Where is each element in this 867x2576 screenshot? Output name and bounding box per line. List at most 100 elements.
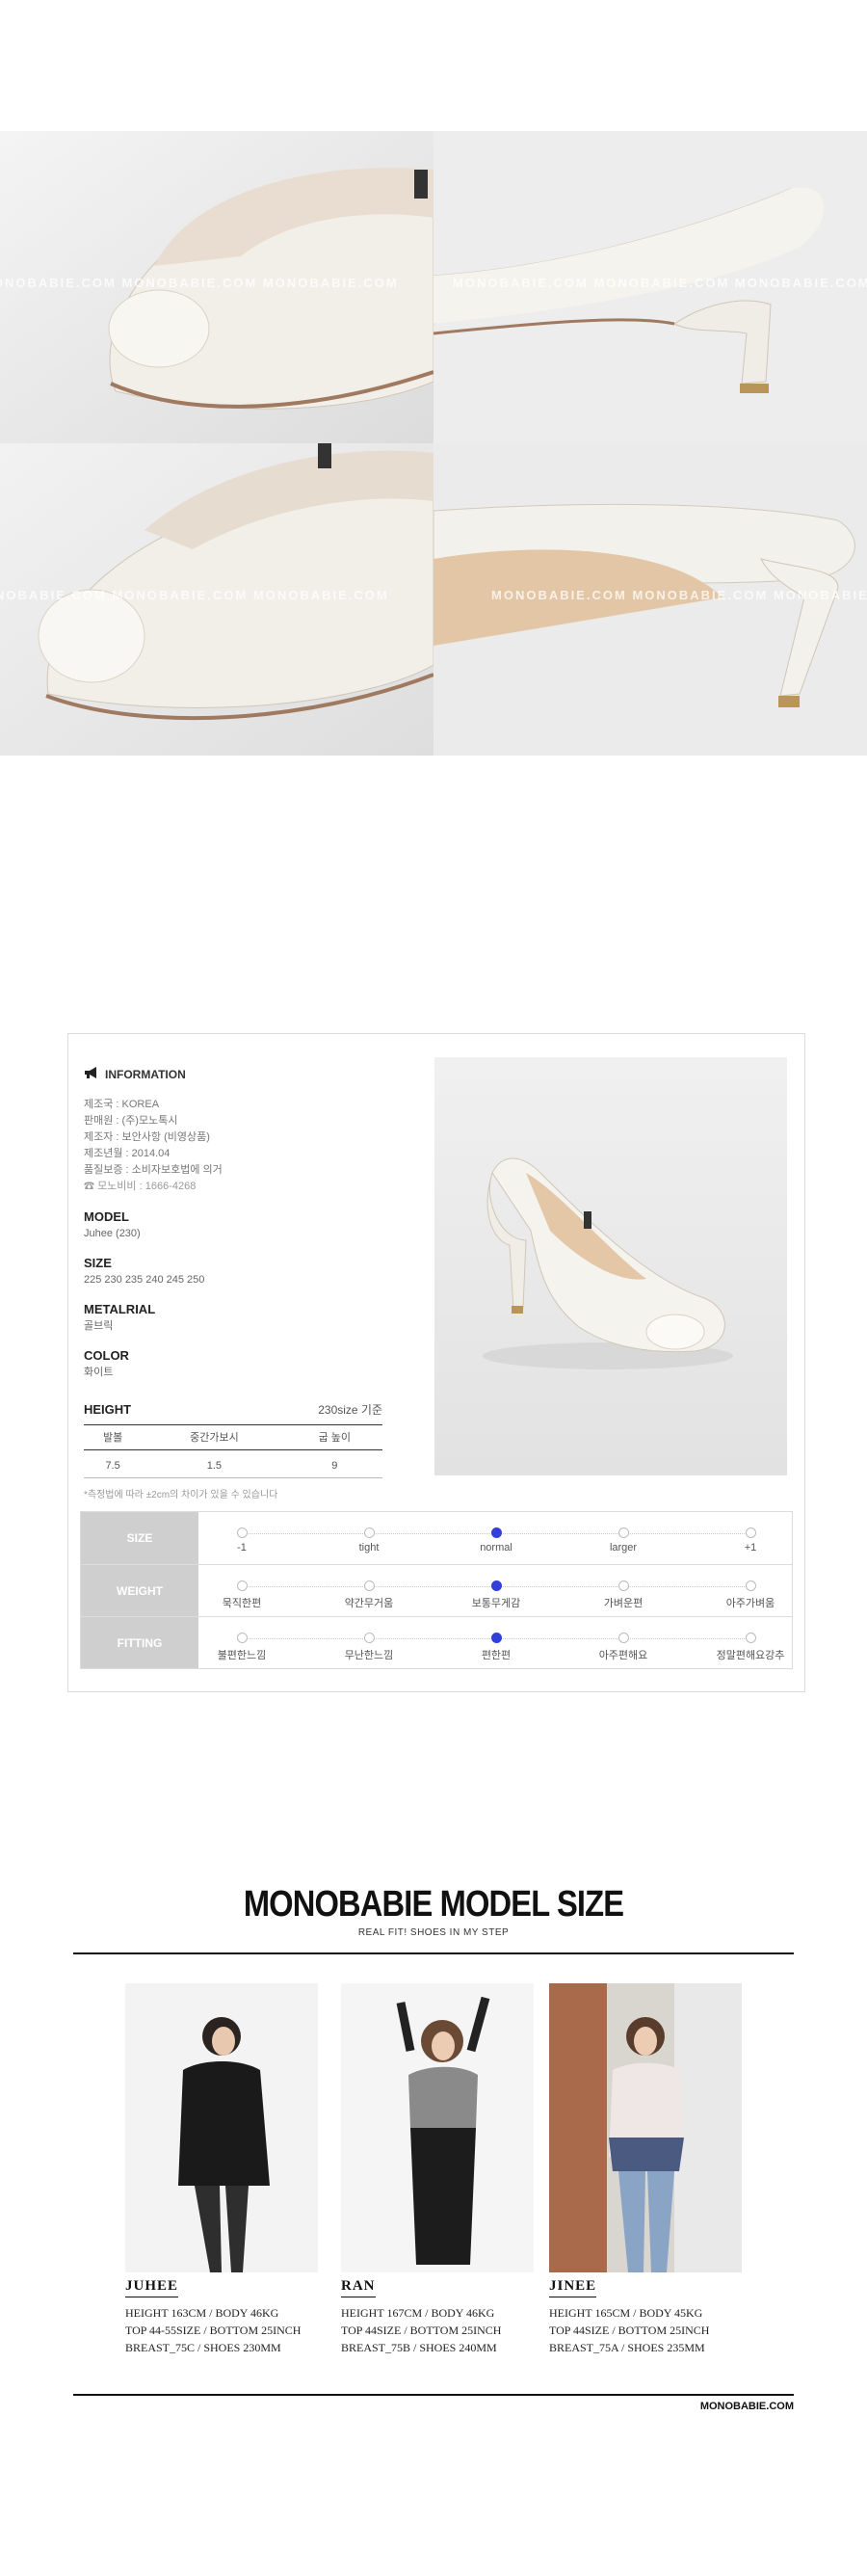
fit-option-label: +1: [744, 1542, 757, 1554]
fit-option[interactable]: 아주가벼움: [702, 1580, 799, 1610]
megaphone-icon: [84, 1067, 99, 1081]
watermark: MONOBABIE.COM MONOBABIE.COM MONOBABIE.CO…: [491, 588, 867, 602]
product-photo-main: [434, 1057, 787, 1475]
fit-option-label: normal: [480, 1542, 512, 1554]
height-header: 발볼: [84, 1424, 143, 1450]
model-name: JINEE: [549, 2278, 597, 2297]
product-photo-grid: MONOBABIE.COM MONOBABIE.COM MONOBABIE.CO…: [0, 131, 867, 756]
fit-option[interactable]: 불편한느낌: [194, 1633, 290, 1662]
fit-option[interactable]: 보통무게감: [448, 1580, 544, 1610]
info-row-seller: 판매원 : (주)모노톡시: [84, 1115, 178, 1127]
fit-dot[interactable]: [745, 1527, 756, 1538]
fit-option-label: 가벼운편: [603, 1598, 644, 1609]
fit-dot[interactable]: [745, 1580, 756, 1591]
fit-dot[interactable]: [617, 1527, 629, 1538]
fit-label: SIZE: [81, 1512, 198, 1564]
color-label: COLOR: [84, 1348, 129, 1363]
height-table: 발볼 중간가보시 굽 높이 7.5 1.5 9: [84, 1424, 382, 1478]
height-header: 중간가보시: [142, 1424, 287, 1450]
model-info-line: TOP 44SIZE / BOTTOM 25INCH: [549, 2324, 710, 2337]
fit-option[interactable]: 묵직한편: [194, 1580, 290, 1610]
fit-dot[interactable]: [236, 1527, 248, 1538]
product-photo-toe-closeup: MONOBABIE.COM MONOBABIE.COM MONOBABIE.CO…: [0, 131, 434, 443]
material-value: 골브릭: [84, 1320, 114, 1332]
fit-row-fitting: FITTING 불편한느낌 무난한느낌 편한편 아주편해요 정말편해요강추: [81, 1616, 792, 1668]
fit-option-label: 정말편해요강추: [716, 1650, 785, 1661]
fit-option-label: 묵직한편: [222, 1598, 262, 1609]
divider: [73, 1952, 794, 1954]
fit-option[interactable]: +1: [702, 1527, 799, 1554]
fit-option-label: tight: [358, 1542, 380, 1554]
fit-option-label: 아주편해요: [598, 1650, 648, 1661]
model-section-title: MONOBABIE MODEL SIZE: [243, 1884, 624, 1925]
info-heading: INFORMATION: [84, 1067, 392, 1081]
product-info-card: INFORMATION 제조국 : KOREA 판매원 : (주)모노톡시 제조…: [67, 1033, 805, 1692]
height-label: HEIGHT: [84, 1402, 132, 1417]
fit-option[interactable]: normal: [448, 1527, 544, 1554]
fit-dot[interactable]: [236, 1633, 248, 1643]
model-card-jinee: JINEE HEIGHT 165CM / BODY 45KG TOP 44SIZ…: [549, 1983, 742, 2356]
info-heading-text: INFORMATION: [105, 1067, 186, 1081]
divider: [73, 2394, 794, 2396]
height-footnote: *측정법에 따라 ±2cm의 차이가 있을 수 있습니다: [84, 1490, 278, 1500]
fit-dot[interactable]: [617, 1580, 629, 1591]
model-info: HEIGHT 167CM / BODY 46KG TOP 44SIZE / BO…: [341, 2304, 534, 2356]
model-info-line: TOP 44SIZE / BOTTOM 25INCH: [341, 2324, 502, 2337]
cs-phone: 모노비비 : 1666-4268: [97, 1181, 197, 1192]
height-value: 9: [286, 1449, 382, 1478]
info-row-origin: 제조국 : KOREA: [84, 1099, 160, 1110]
model-info-line: TOP 44-55SIZE / BOTTOM 25INCH: [125, 2324, 302, 2337]
fit-dot[interactable]: [617, 1633, 629, 1643]
model-name: RAN: [341, 2278, 376, 2297]
fit-option[interactable]: -1: [194, 1527, 290, 1554]
model-value: Juhee (230): [84, 1228, 141, 1239]
model-info: HEIGHT 163CM / BODY 46KG TOP 44-55SIZE /…: [125, 2304, 318, 2356]
site-url: MONOBABIE.COM: [699, 2401, 794, 2412]
fit-option-label: 불편한느낌: [217, 1650, 267, 1661]
model-info-line: BREAST_75C / SHOES 230MM: [125, 2341, 281, 2354]
model-label: MODEL: [84, 1209, 129, 1224]
watermark: MONOBABIE.COM MONOBABIE.COM MONOBABIE.CO…: [0, 588, 389, 602]
fit-dot-selected[interactable]: [490, 1527, 502, 1538]
fit-option-label: larger: [609, 1542, 638, 1554]
fit-option-label: 보통무게감: [471, 1598, 521, 1609]
fit-option[interactable]: tight: [321, 1527, 417, 1554]
fit-option-label: -1: [237, 1542, 247, 1554]
height-note: 230size 기준: [318, 1403, 382, 1417]
fit-dot-selected[interactable]: [490, 1633, 502, 1643]
fit-option[interactable]: 편한편: [448, 1633, 544, 1662]
height-value: 7.5: [84, 1449, 143, 1478]
model-info-line: HEIGHT 165CM / BODY 45KG: [549, 2306, 703, 2320]
fit-dot[interactable]: [236, 1580, 248, 1591]
fit-row-size: SIZE -1 tight normal larger +1: [81, 1512, 792, 1564]
height-value: 1.5: [142, 1449, 287, 1478]
fit-option-label: 무난한느낌: [344, 1650, 394, 1661]
model-card-juhee: JUHEE HEIGHT 163CM / BODY 46KG TOP 44-55…: [125, 1983, 318, 2356]
fit-option[interactable]: 정말편해요강추: [702, 1633, 799, 1662]
fit-dot-selected[interactable]: [490, 1580, 502, 1591]
model-photo: [549, 1983, 742, 2272]
info-row-warranty: 품질보증 : 소비자보호법에 의거: [84, 1164, 223, 1176]
fit-dot[interactable]: [363, 1580, 375, 1591]
model-info-line: BREAST_75A / SHOES 235MM: [549, 2341, 705, 2354]
fit-option[interactable]: larger: [575, 1527, 671, 1554]
fit-option[interactable]: 약간무거움: [321, 1580, 417, 1610]
fit-option[interactable]: 가벼운편: [575, 1580, 671, 1610]
fit-option-label: 편한편: [481, 1650, 512, 1661]
color-value: 화이트: [84, 1367, 114, 1378]
fit-label: WEIGHT: [81, 1565, 198, 1616]
phone-icon: ☎: [84, 1181, 98, 1192]
fit-option[interactable]: 아주편해요: [575, 1633, 671, 1662]
model-photo: [125, 1983, 318, 2272]
fit-option[interactable]: 무난한느낌: [321, 1633, 417, 1662]
fit-dot[interactable]: [745, 1633, 756, 1643]
fit-option-label: 약간무거움: [344, 1598, 394, 1609]
model-info: HEIGHT 165CM / BODY 45KG TOP 44SIZE / BO…: [549, 2304, 742, 2356]
fit-dot[interactable]: [363, 1527, 375, 1538]
model-photo: [341, 1983, 534, 2272]
info-row-date: 제조년월 : 2014.04: [84, 1148, 171, 1159]
fit-dot[interactable]: [363, 1633, 375, 1643]
info-row-cs: ☎ 모노비비 : 1666-4268: [84, 1179, 392, 1195]
model-card-ran: RAN HEIGHT 167CM / BODY 46KG TOP 44SIZE …: [341, 1983, 534, 2356]
size-label: SIZE: [84, 1256, 112, 1270]
